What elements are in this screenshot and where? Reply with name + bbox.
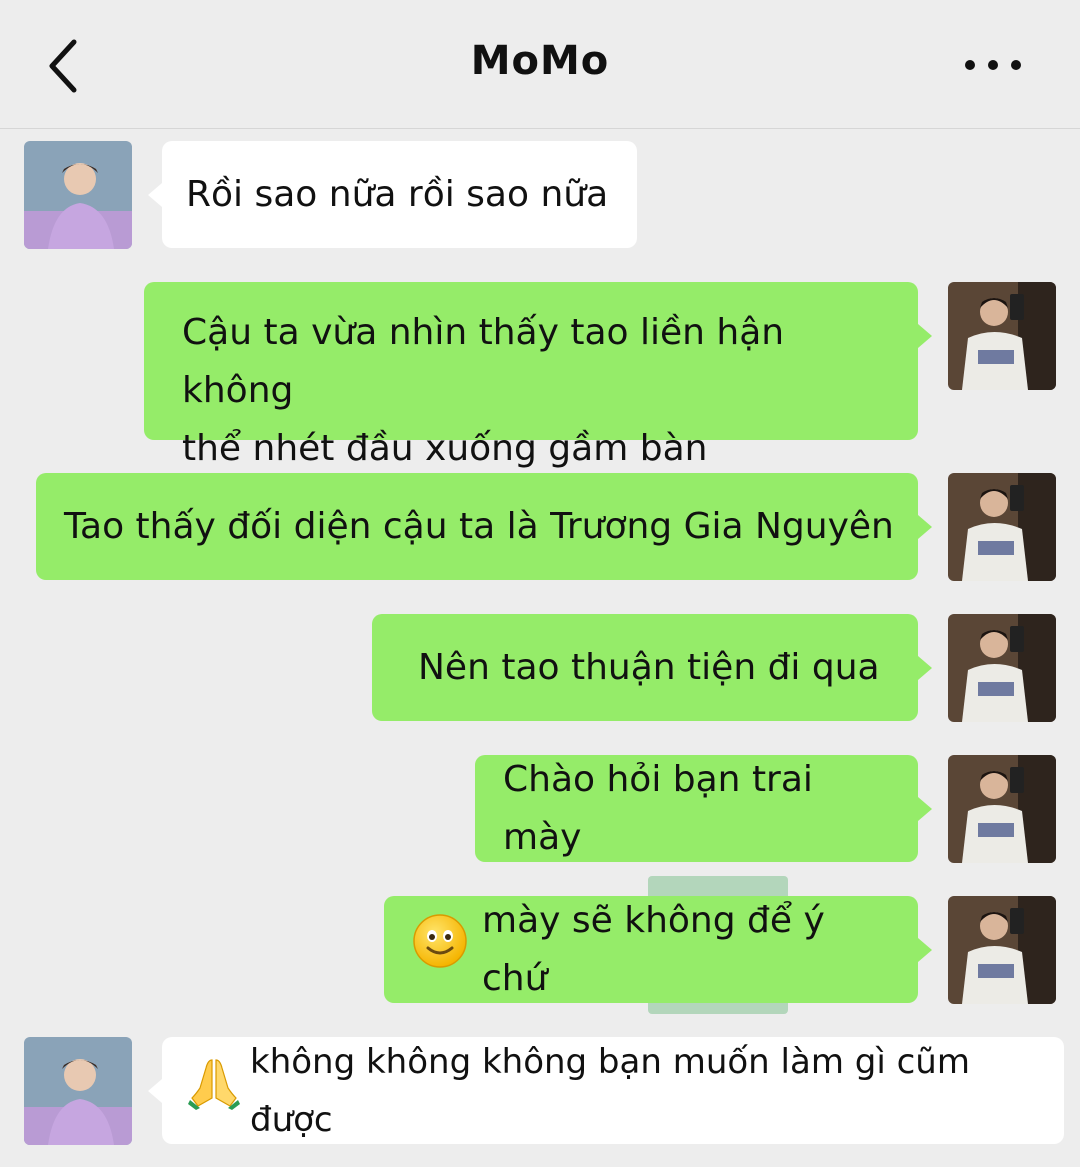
message-bubble-incoming[interactable]: không không không bạn muốn làm gì cũm đư… [148, 1037, 1064, 1144]
chat-title: MoMo [470, 38, 610, 84]
user-avatar[interactable] [948, 896, 1056, 1004]
contact-avatar[interactable] [24, 1037, 132, 1145]
message-text: Nên tao thuận tiện đi qua [418, 646, 880, 688]
message-text: không không không bạn muốn làm gì cũm đư… [250, 1041, 970, 1140]
user-avatar[interactable] [948, 755, 1056, 863]
message-text-line: Cậu ta vừa nhìn thấy tao liền hận không [182, 312, 785, 411]
message-bubble-incoming[interactable]: Rồi sao nữa rồi sao nữa [148, 141, 637, 248]
more-options-button[interactable] [960, 50, 1030, 80]
message-text: mày sẽ không để ý chứ [482, 899, 825, 999]
message-bubble-outgoing[interactable]: Nên tao thuận tiện đi qua [372, 614, 932, 721]
user-avatar[interactable] [948, 614, 1056, 722]
user-avatar[interactable] [948, 473, 1056, 581]
slightly-smiling-face-icon [412, 913, 468, 987]
message-text: Chào hỏi bạn trai mày [503, 758, 813, 858]
message-text: Rồi sao nữa rồi sao nữa [186, 173, 609, 215]
message-text: Tao thấy đối diện cậu ta là Trương Gia N… [64, 505, 894, 547]
chat-header: MoMo [0, 0, 1080, 129]
message-bubble-outgoing[interactable]: Tao thấy đối diện cậu ta là Trương Gia N… [36, 473, 932, 580]
message-bubble-outgoing[interactable]: Chào hỏi bạn trai mày [475, 755, 932, 862]
contact-avatar[interactable] [24, 141, 132, 249]
user-avatar[interactable] [948, 282, 1056, 390]
folded-hands-icon [186, 1054, 242, 1128]
more-dots-icon [965, 60, 1021, 70]
message-text-line: thể nhét đầu xuống gầm bàn [182, 428, 708, 469]
message-bubble-outgoing[interactable]: mày sẽ không để ý chứ [384, 896, 932, 1003]
message-bubble-outgoing[interactable]: Cậu ta vừa nhìn thấy tao liền hận không … [144, 282, 932, 469]
